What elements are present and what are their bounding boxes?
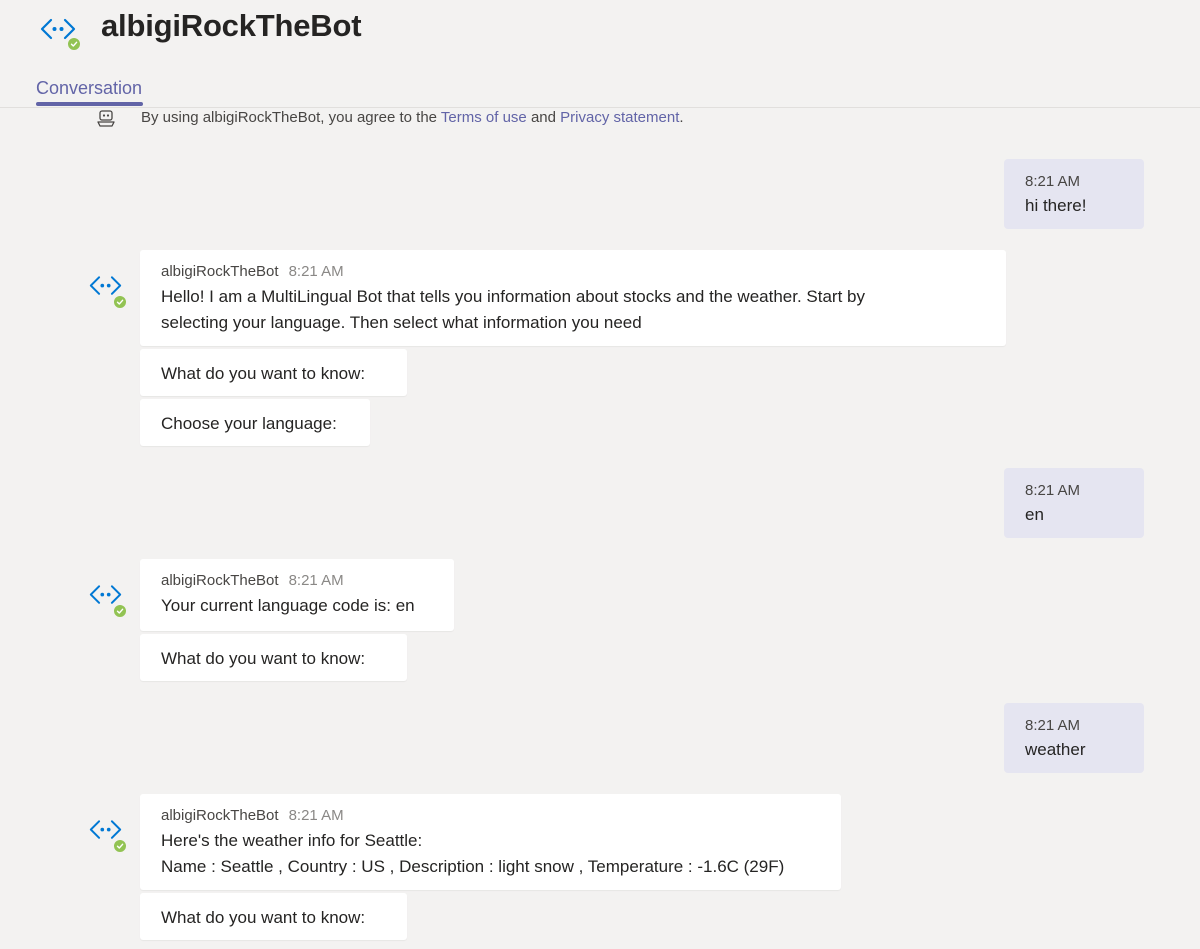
my-message[interactable]: 8:21 AM hi there! (1004, 159, 1144, 229)
bot-avatar[interactable] (89, 814, 128, 854)
message-text-line: selecting your language. Then select wha… (161, 313, 642, 332)
message-timestamp: 8:21 AM (288, 807, 344, 824)
message-header: albigiRockTheBot 8:21 AM (161, 263, 344, 280)
message-timestamp: 8:21 AM (1025, 173, 1081, 190)
presence-available-icon (112, 603, 128, 619)
message-text-line: Here's the weather info for Seattle: (161, 831, 423, 850)
message-timestamp: 8:21 AM (1025, 717, 1081, 734)
message-timestamp: 8:21 AM (288, 263, 344, 280)
my-message[interactable]: 8:21 AM en (1004, 468, 1144, 538)
consent-prefix: By using albigiRockTheBot, you agree to … (141, 109, 441, 126)
bot-avatar[interactable] (89, 579, 128, 619)
bot-message[interactable]: albigiRockTheBot 8:21 AM Here's the weath… (140, 794, 841, 890)
consent-middle: and (526, 109, 561, 126)
message-text: weather (1025, 740, 1086, 759)
presence-available-icon (66, 36, 82, 52)
bot-prompt-card[interactable]: Choose your language: (140, 399, 370, 446)
message-timestamp: 8:21 AM (1025, 482, 1081, 499)
sender-name: albigiRockTheBot (161, 807, 279, 824)
bot-prompt-card[interactable]: What do you want to know: (140, 349, 407, 396)
bot-avatar[interactable] (40, 12, 82, 52)
presence-available-icon (112, 294, 128, 310)
sender-name: albigiRockTheBot (161, 263, 279, 280)
prompt-text: What do you want to know: (161, 364, 366, 383)
robot-icon (96, 109, 116, 133)
bot-title: albigiRockTheBot (101, 8, 362, 43)
message-text: en (1025, 505, 1044, 524)
presence-available-icon (112, 838, 128, 854)
terms-of-use-link[interactable]: Terms of use (441, 109, 527, 126)
header-divider (0, 107, 1200, 108)
app-header: albigiRockTheBot Conversation (0, 0, 1200, 108)
message-text-line: Your current language code is: en (161, 596, 415, 615)
prompt-text: What do you want to know: (161, 649, 366, 668)
consent-suffix: . (679, 109, 684, 126)
sender-name: albigiRockTheBot (161, 572, 279, 589)
message-text: hi there! (1025, 196, 1087, 215)
active-tab-indicator (36, 102, 143, 106)
prompt-text: Choose your language: (161, 414, 337, 433)
tab-conversation[interactable]: Conversation (36, 78, 142, 99)
message-text-line: Hello! I am a MultiLingual Bot that tell… (161, 287, 865, 306)
my-message[interactable]: 8:21 AM weather (1004, 703, 1144, 773)
bot-avatar[interactable] (89, 270, 128, 310)
bot-message[interactable]: albigiRockTheBot 8:21 AM Hello! I am a Mu… (140, 250, 1006, 346)
privacy-statement-link[interactable]: Privacy statement (560, 109, 679, 126)
message-header: albigiRockTheBot 8:21 AM (161, 807, 344, 824)
message-header: albigiRockTheBot 8:21 AM (161, 572, 344, 589)
bot-message[interactable]: albigiRockTheBot 8:21 AM Your current lan… (140, 559, 454, 631)
prompt-text: What do you want to know: (161, 908, 366, 927)
message-text-line: Name : Seattle , Country : US , Descript… (161, 857, 785, 876)
message-timestamp: 8:21 AM (288, 572, 344, 589)
bot-prompt-card[interactable]: What do you want to know: (140, 893, 407, 940)
bot-prompt-card[interactable]: What do you want to know: (140, 634, 407, 681)
